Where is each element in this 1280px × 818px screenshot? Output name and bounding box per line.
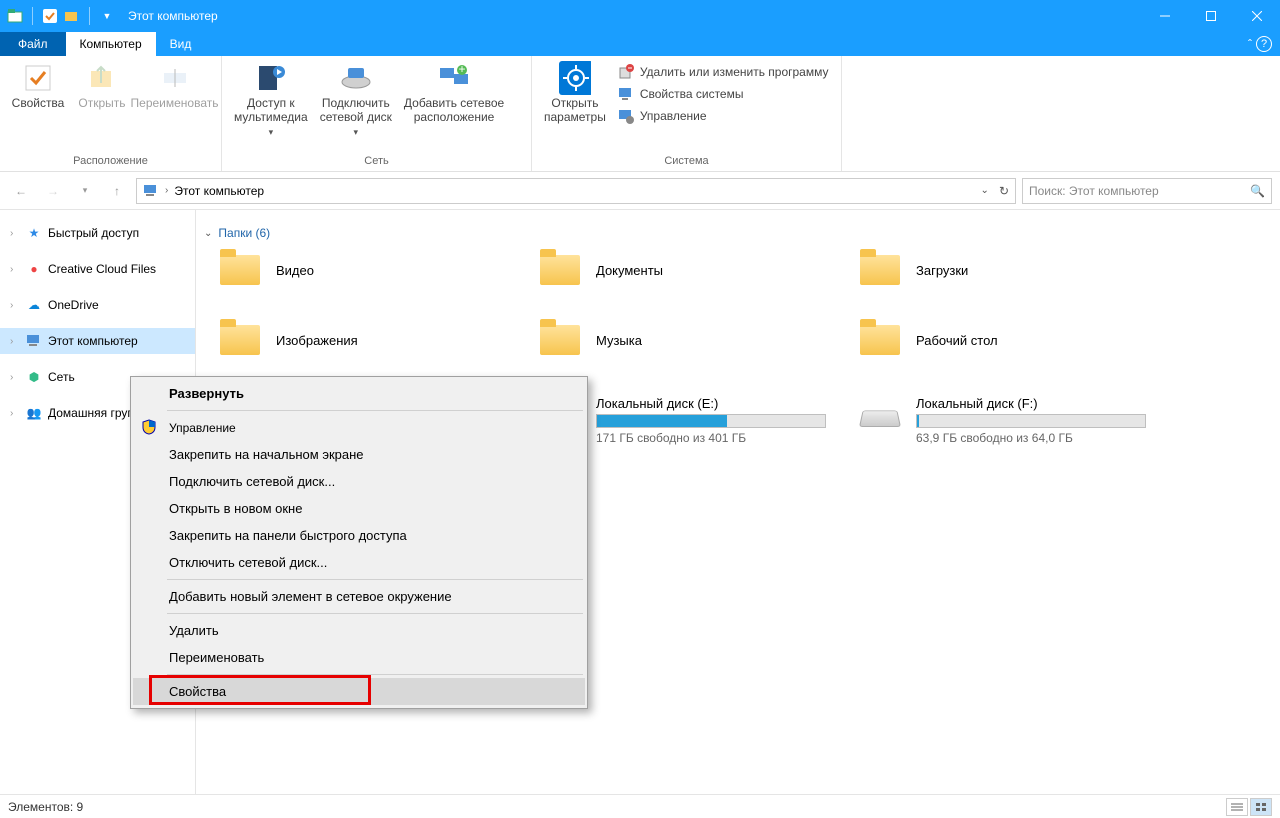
cloud-icon: ● (26, 261, 42, 277)
folder-videos[interactable]: Видео (218, 248, 528, 292)
search-icon[interactable]: 🔍 (1250, 184, 1265, 198)
folder-music[interactable]: Музыка (538, 318, 848, 362)
ribbon: Свойства Открыть Переименовать Расположе… (0, 56, 1280, 172)
ribbon-collapse-icon[interactable]: ˆ (1248, 37, 1252, 51)
ribbon-group-location: Расположение (6, 153, 215, 171)
search-box[interactable]: 🔍 (1022, 178, 1272, 204)
nav-forward-button: → (40, 178, 66, 204)
ribbon-media-access-button[interactable]: Доступ к мультимедиа ▾ (228, 58, 314, 142)
refresh-icon[interactable]: ↻ (999, 184, 1009, 198)
sidebar-quick-access[interactable]: ›★Быстрый доступ (0, 220, 195, 246)
ctx-pin-quick[interactable]: Закрепить на панели быстрого доступа (133, 522, 585, 549)
chevron-right-icon[interactable]: › (165, 185, 168, 196)
sidebar-onedrive[interactable]: ›☁OneDrive (0, 292, 195, 318)
minimize-button[interactable] (1142, 0, 1188, 32)
tab-file[interactable]: Файл (0, 32, 66, 56)
ribbon-group-network: Сеть (228, 153, 525, 171)
ctx-manage[interactable]: Управление (133, 414, 585, 441)
tab-view[interactable]: Вид (156, 32, 206, 56)
folder-desktop[interactable]: Рабочий стол (858, 318, 1168, 362)
qat-newfolder-icon[interactable] (63, 7, 81, 25)
ctx-disconnect-drive[interactable]: Отключить сетевой диск... (133, 549, 585, 576)
address-dropdown-icon[interactable]: ⌄ (981, 185, 989, 196)
ctx-pin-start[interactable]: Закрепить на начальном экране (133, 441, 585, 468)
ctx-delete[interactable]: Удалить (133, 617, 585, 644)
help-icon[interactable]: ? (1256, 36, 1272, 52)
ctx-add-netplace[interactable]: Добавить новый элемент в сетевое окружен… (133, 583, 585, 610)
ribbon-open-button: Открыть (70, 58, 134, 114)
ribbon-group-system: Система (538, 153, 835, 171)
ctx-expand[interactable]: Развернуть (133, 380, 585, 407)
breadcrumb[interactable]: Этот компьютер (174, 184, 264, 198)
network-icon: ⬢ (26, 369, 42, 385)
ctx-map-drive[interactable]: Подключить сетевой диск... (133, 468, 585, 495)
view-details-button[interactable] (1226, 798, 1248, 816)
chevron-down-icon: ⌄ (204, 228, 212, 239)
tab-computer[interactable]: Компьютер (66, 32, 156, 56)
ribbon-manage-button[interactable]: Управление (612, 106, 835, 126)
nav-back-button[interactable]: ← (8, 178, 34, 204)
ribbon-add-netloc-button[interactable]: + Добавить сетевое расположение (398, 58, 510, 129)
ctx-rename[interactable]: Переименовать (133, 644, 585, 671)
status-item-count: Элементов: 9 (8, 800, 83, 814)
pc-icon (143, 183, 159, 199)
ribbon-sysprops-button[interactable]: Свойства системы (612, 84, 835, 104)
group-header-folders[interactable]: ⌄ Папки (6) (204, 222, 1280, 248)
qat-properties-icon[interactable] (41, 7, 59, 25)
ctx-properties[interactable]: Свойства (133, 678, 585, 705)
ribbon-rename-button: Переименовать (134, 58, 215, 114)
homegroup-icon: 👥 (26, 405, 42, 421)
ribbon-tabs: Файл Компьютер Вид ˆ ? (0, 32, 1280, 56)
view-icons-button[interactable] (1250, 798, 1272, 816)
onedrive-icon: ☁ (26, 297, 42, 313)
sidebar-this-pc[interactable]: ›Этот компьютер (0, 328, 195, 354)
pc-icon (26, 333, 42, 349)
sidebar-creative-cloud[interactable]: ›●Creative Cloud Files (0, 256, 195, 282)
folder-downloads[interactable]: Загрузки (858, 248, 1168, 292)
status-bar: Элементов: 9 (0, 794, 1280, 818)
shield-icon (141, 419, 157, 435)
ribbon-open-settings-button[interactable]: Открыть параметры (538, 58, 612, 129)
nav-up-button[interactable]: ↑ (104, 178, 130, 204)
folder-pictures[interactable]: Изображения (218, 318, 528, 362)
window-title: Этот компьютер (128, 9, 218, 23)
app-icon (6, 7, 24, 25)
drive-f[interactable]: Локальный диск (F:) 63,9 ГБ свободно из … (858, 396, 1168, 445)
folder-documents[interactable]: Документы (538, 248, 848, 292)
star-icon: ★ (26, 225, 42, 241)
context-menu: Развернуть Управление Закрепить на начал… (130, 376, 588, 709)
address-bar-row: ← → ▾ ↑ › Этот компьютер ⌄ ↻ 🔍 (0, 172, 1280, 210)
address-bar[interactable]: › Этот компьютер ⌄ ↻ (136, 178, 1016, 204)
qat-dropdown-icon[interactable]: ▼ (98, 7, 116, 25)
nav-recent-button[interactable]: ▾ (72, 178, 98, 204)
ribbon-map-drive-button[interactable]: Подключить сетевой диск ▾ (314, 58, 398, 142)
title-bar: ▼ Этот компьютер (0, 0, 1280, 32)
ribbon-uninstall-button[interactable]: Удалить или изменить программу (612, 62, 835, 82)
ribbon-properties-button[interactable]: Свойства (6, 58, 70, 114)
ctx-open-new-window[interactable]: Открыть в новом окне (133, 495, 585, 522)
close-button[interactable] (1234, 0, 1280, 32)
maximize-button[interactable] (1188, 0, 1234, 32)
svg-text:+: + (459, 64, 466, 76)
search-input[interactable] (1029, 184, 1244, 198)
